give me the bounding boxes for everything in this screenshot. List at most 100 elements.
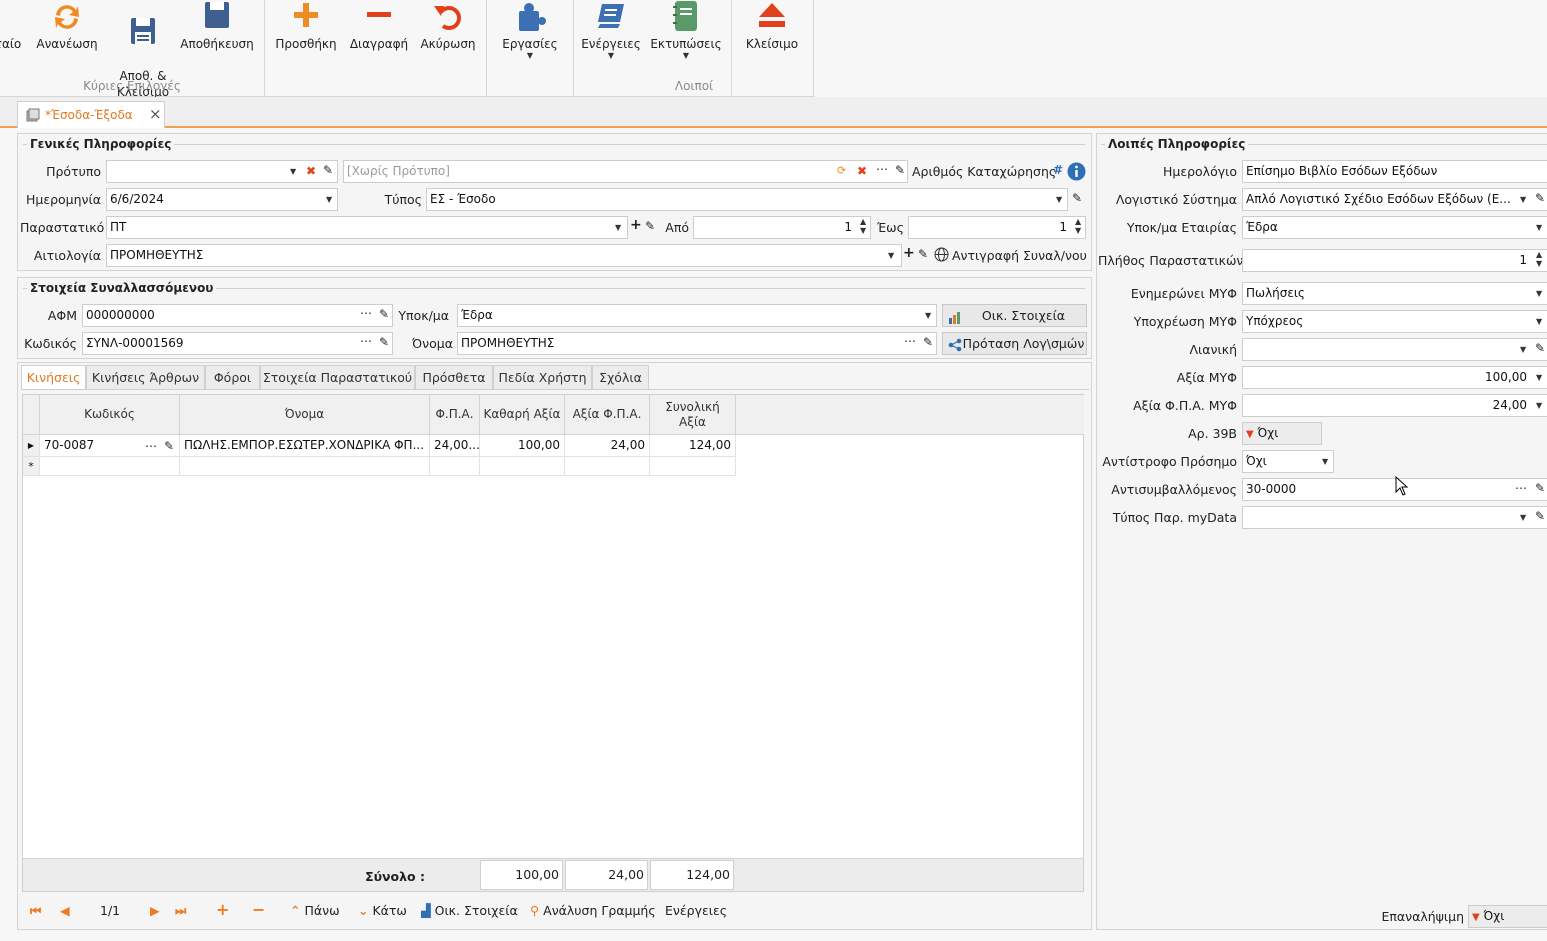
- remove-row-icon[interactable]: −: [252, 900, 265, 919]
- pencil-icon[interactable]: ✎: [323, 163, 333, 177]
- pencil-icon[interactable]: ✎: [379, 307, 389, 321]
- updates-myf-field[interactable]: Πωλήσεις: [1242, 282, 1547, 305]
- chevron-down-icon[interactable]: ▼: [615, 223, 621, 232]
- table-row-total[interactable]: 124,00: [650, 435, 736, 457]
- date-field[interactable]: 6/6/2024: [106, 188, 338, 211]
- pencil-icon[interactable]: ✎: [1535, 191, 1545, 205]
- pencil-icon[interactable]: ✎: [1535, 509, 1545, 523]
- new-row-cell[interactable]: [40, 457, 180, 476]
- chevron-down-icon[interactable]: ▼: [1056, 195, 1062, 204]
- tab-movements[interactable]: Κινήσεις: [21, 365, 86, 390]
- template-display-field[interactable]: [Χωρίς Πρότυπο]: [343, 160, 908, 183]
- ellipsis-icon[interactable]: ⋯: [1515, 481, 1527, 495]
- plus-icon[interactable]: +: [630, 218, 642, 232]
- document-tab[interactable]: *Έσοδα-Έξοδα ×: [17, 101, 165, 128]
- chevron-down-icon[interactable]: ▼: [1520, 513, 1526, 522]
- name-field[interactable]: ΠΡΟΜΗΘΕΥΤΗΣ: [457, 332, 937, 355]
- chevron-down-icon[interactable]: ▼: [1536, 401, 1542, 410]
- globe-icon[interactable]: [934, 247, 949, 265]
- line-analysis-link[interactable]: ⚲ Ανάλυση Γραμμής: [530, 903, 656, 918]
- reverse-sign-field[interactable]: Όχι: [1242, 450, 1334, 473]
- template-field[interactable]: [106, 160, 338, 183]
- pencil-icon[interactable]: ✎: [164, 439, 174, 453]
- chevron-down-icon[interactable]: ▼: [925, 311, 931, 320]
- chevron-down-icon[interactable]: ▼: [1536, 223, 1542, 232]
- chevron-down-icon[interactable]: ▼: [1536, 317, 1542, 326]
- table-row-name[interactable]: ΠΩΛΗΣ.ΕΜΠΟΡ.ΕΣΩΤΕΡ.ΧΟΝΔΡΙΚΑ ΦΠ...: [180, 435, 430, 457]
- repeatable-toggle[interactable]: ▼ Όχι: [1468, 905, 1547, 928]
- move-down-button[interactable]: ⌄ Κάτω: [358, 903, 407, 918]
- journal-field[interactable]: Επίσημο Βιβλίο Εσόδων Εξόδων: [1242, 160, 1547, 183]
- article-39b-toggle[interactable]: ▼ Όχι: [1242, 422, 1322, 445]
- row-indicator[interactable]: ▶: [23, 435, 40, 457]
- ellipsis-icon[interactable]: ⋯: [360, 306, 372, 320]
- tab-comments[interactable]: Σχόλια: [592, 365, 649, 390]
- ellipsis-icon[interactable]: ⋯: [876, 162, 888, 176]
- accounting-system-field[interactable]: Απλό Λογιστικό Σχέδιο Εσόδων Εξόδων (Ε..…: [1242, 188, 1547, 211]
- pencil-icon[interactable]: ✎: [918, 247, 928, 261]
- financial-info-link[interactable]: ▟ Οικ. Στοιχεία: [421, 903, 518, 918]
- actions-link[interactable]: Ενέργειες: [665, 903, 727, 918]
- chevron-down-icon[interactable]: ▼: [888, 251, 894, 260]
- tab-document-details[interactable]: Στοιχεία Παραστατικού: [260, 365, 415, 390]
- myf-amount-field[interactable]: 100,00: [1242, 366, 1547, 389]
- save-button[interactable]: Αποθήκευση: [178, 0, 256, 52]
- tab-taxes[interactable]: Φόροι: [205, 365, 260, 390]
- myf-obligation-field[interactable]: Υπόχρεος: [1242, 310, 1547, 333]
- new-row-cell[interactable]: [480, 457, 565, 476]
- cancel-button[interactable]: Ακύρωση: [417, 0, 479, 52]
- pencil-icon[interactable]: ✎: [1535, 341, 1545, 355]
- pencil-icon[interactable]: ✎: [379, 335, 389, 349]
- spin-icon[interactable]: ▲ ▼: [1075, 217, 1081, 235]
- chevron-down-icon[interactable]: ▼: [1520, 195, 1526, 204]
- next-record-icon[interactable]: ▶: [150, 903, 160, 918]
- ellipsis-icon[interactable]: ⋯: [360, 334, 372, 348]
- previous-record-icon[interactable]: ◀: [60, 903, 70, 918]
- spin-icon[interactable]: ▲ ▼: [860, 217, 866, 235]
- plus-icon[interactable]: +: [903, 246, 915, 260]
- tab-item-movements[interactable]: Κινήσεις Άρθρων: [86, 365, 205, 390]
- new-row-cell[interactable]: [565, 457, 650, 476]
- table-row-net[interactable]: 100,00: [480, 435, 565, 457]
- new-row-indicator[interactable]: *: [23, 457, 40, 476]
- move-up-button[interactable]: ⌃ Πάνω: [290, 903, 340, 918]
- document-count-field[interactable]: 1: [1242, 249, 1547, 272]
- info-icon[interactable]: [1067, 162, 1086, 184]
- chevron-down-icon[interactable]: ▼: [290, 167, 296, 176]
- column-header-name[interactable]: Όνομα: [180, 395, 430, 435]
- add-row-icon[interactable]: +: [216, 900, 229, 919]
- retail-field[interactable]: [1242, 338, 1547, 361]
- table-row-vat-amount[interactable]: 24,00: [565, 435, 650, 457]
- clear-icon[interactable]: ✖: [306, 164, 316, 178]
- pencil-icon[interactable]: ✎: [923, 335, 933, 349]
- financial-info-button[interactable]: Οικ. Στοιχεία: [942, 304, 1087, 327]
- column-header-code[interactable]: Κωδικός: [40, 395, 180, 435]
- branch-field[interactable]: Έδρα: [457, 304, 937, 327]
- add-button[interactable]: Προσθήκη: [272, 0, 340, 52]
- chevron-down-icon[interactable]: ▼: [326, 195, 332, 204]
- new-row-cell[interactable]: [430, 457, 480, 476]
- pencil-icon[interactable]: ✎: [645, 219, 655, 233]
- column-header-vat-amount[interactable]: Αξία Φ.Π.Α.: [565, 395, 650, 435]
- company-branch-field[interactable]: Έδρα: [1242, 216, 1547, 239]
- first-record-icon[interactable]: ⏮: [30, 903, 41, 919]
- tab-user-fields[interactable]: Πεδία Χρήστη: [493, 365, 592, 390]
- reason-field[interactable]: ΠΡΟΜΗΘΕΥΤΗΣ: [106, 244, 902, 267]
- pencil-icon[interactable]: ✎: [895, 163, 905, 177]
- chevron-down-icon[interactable]: ▼: [1536, 289, 1542, 298]
- mydata-type-field[interactable]: [1242, 506, 1547, 529]
- column-header-net[interactable]: Καθαρή Αξία: [480, 395, 565, 435]
- chevron-down-icon[interactable]: ▼: [1322, 457, 1328, 466]
- new-button[interactable]: ταίο: [0, 0, 26, 52]
- close-button[interactable]: Κλείσιμο: [741, 0, 803, 52]
- ellipsis-icon[interactable]: ⋯: [145, 439, 157, 453]
- close-icon[interactable]: ×: [149, 105, 162, 123]
- afm-field[interactable]: 000000000: [82, 304, 393, 327]
- refresh-icon[interactable]: ⟳: [837, 164, 846, 178]
- column-header-vat[interactable]: Φ.Π.Α.: [430, 395, 480, 435]
- new-row-cell[interactable]: [650, 457, 736, 476]
- table-row-vat[interactable]: 24,00...: [430, 435, 480, 457]
- delete-button[interactable]: Διαγραφή: [347, 0, 411, 52]
- type-field[interactable]: ΕΣ - Έσοδο: [426, 188, 1068, 211]
- pencil-icon[interactable]: ✎: [1535, 481, 1545, 495]
